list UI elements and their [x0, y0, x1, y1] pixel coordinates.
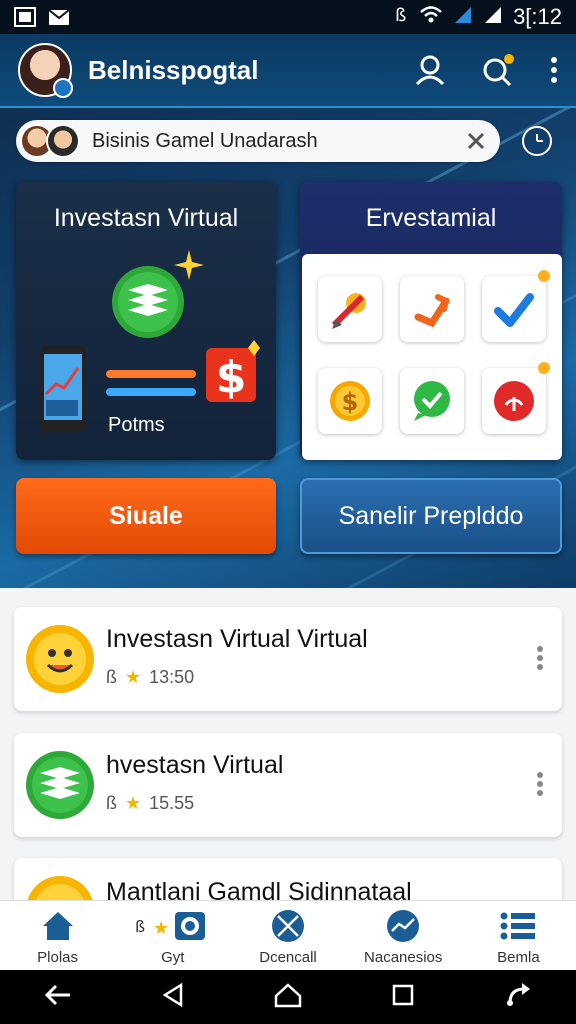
contact-avatars	[20, 124, 80, 158]
nav-label: Plolas	[37, 949, 79, 966]
pencil-tool-icon[interactable]	[318, 276, 382, 342]
more-vert-icon[interactable]	[536, 645, 544, 671]
wifi-icon	[419, 4, 443, 30]
nav-item-settings[interactable]: ß ★ Gyt	[115, 901, 230, 970]
phone-chart-icon	[38, 344, 88, 439]
nav-label: Gyt	[161, 949, 185, 966]
svg-text:$: $	[342, 388, 359, 416]
gallery-notification-icon	[14, 7, 36, 27]
bottom-nav: Plolas ß ★ Gyt Dcencall Nacanesios Bemla	[0, 900, 576, 970]
rotate-icon[interactable]	[504, 981, 532, 1014]
home-nav-icon[interactable]	[274, 982, 302, 1013]
back-arrow-icon[interactable]	[44, 983, 72, 1012]
vibrate-icon: ß	[393, 4, 409, 30]
status-bar: ß 3[:12	[0, 0, 576, 34]
investment-card[interactable]: Investasn Virtual $ Potms	[16, 182, 276, 460]
points-label: Potms	[108, 414, 165, 436]
more-vert-icon[interactable]	[536, 771, 544, 797]
list-item-title: Investasn Virtual Virtual	[106, 625, 368, 653]
more-vert-icon[interactable]	[550, 56, 558, 84]
recents-icon[interactable]	[391, 983, 415, 1012]
nav-item-home[interactable]: Plolas	[0, 901, 115, 970]
app-bar: Belnisspogtal	[0, 34, 576, 108]
chat-check-icon[interactable]	[400, 368, 464, 434]
list-icon	[500, 909, 536, 943]
avatar	[46, 124, 80, 158]
vibrate-icon: ß	[106, 667, 117, 687]
tile-grid: $	[302, 254, 562, 460]
svg-text:ß: ß	[395, 5, 406, 24]
trend-globe-icon	[386, 909, 420, 943]
list-item-title: hvestasn Virtual	[106, 751, 284, 779]
globe-x-icon	[271, 909, 305, 943]
list-item[interactable]: hvestasn Virtual ß ★ 15.55	[14, 733, 562, 837]
avatar-badge-icon	[53, 78, 73, 98]
nav-label: Bemla	[497, 949, 540, 966]
mail-notification-icon	[48, 7, 70, 27]
card-title: Ervestamial	[365, 204, 497, 232]
secondary-button[interactable]: Sanelir Preplddo	[300, 478, 562, 554]
sun-face-icon	[24, 623, 96, 695]
green-stack-icon	[110, 264, 186, 345]
back-triangle-icon[interactable]	[161, 982, 185, 1013]
list-item-time: 13:50	[149, 667, 195, 687]
search-icon[interactable]	[480, 53, 516, 87]
home-icon	[41, 909, 75, 943]
dollar-icon: $	[204, 340, 264, 409]
system-nav-bar	[0, 970, 576, 1024]
vibrate-icon: ß	[106, 793, 117, 813]
search-input[interactable]: Bisinis Gamel Unadarash	[92, 130, 458, 153]
search-bar[interactable]: Bisinis Gamel Unadarash	[16, 120, 500, 162]
list-item-time: 15.55	[149, 793, 195, 813]
svg-text:ß: ß	[135, 917, 145, 936]
list-item-meta: ß ★ 13:50	[106, 667, 194, 688]
user-icon[interactable]	[414, 54, 446, 86]
star-icon: ★	[125, 793, 142, 813]
star-icon: ★	[125, 667, 142, 687]
status-time: 3[:12	[513, 4, 562, 29]
progress-bars	[106, 368, 198, 403]
card-title: Investasn Virtual	[53, 204, 239, 232]
app-title: Belnisspogtal	[88, 54, 259, 85]
nav-label: Nacanesios	[364, 949, 443, 966]
nav-item-bemla[interactable]: Bemla	[461, 901, 576, 970]
dollar-coin-icon[interactable]: $	[318, 368, 382, 434]
ervestamial-card: Ervestamial $	[300, 182, 562, 460]
badge-sun-icon	[536, 360, 552, 381]
primary-button[interactable]: Siuale	[16, 478, 276, 554]
list-item-meta: ß ★ 15.55	[106, 793, 194, 814]
clock-icon[interactable]	[522, 126, 552, 156]
nav-item-dcencall[interactable]: Dcencall	[230, 901, 345, 970]
badge-sun-icon	[536, 268, 552, 289]
svg-text:$: $	[216, 352, 247, 403]
profile-avatar[interactable]	[18, 43, 73, 98]
svg-text:★: ★	[153, 918, 169, 939]
arrow-turn-icon[interactable]	[400, 276, 464, 342]
list-item[interactable]: Investasn Virtual Virtual ß ★ 13:50	[14, 607, 562, 711]
close-icon[interactable]	[458, 123, 494, 159]
signal-icon-2	[483, 4, 503, 30]
nav-item-nacanesios[interactable]: Nacanesios	[346, 901, 461, 970]
nav-label: Dcencall	[259, 949, 317, 966]
signal-icon-1	[453, 4, 473, 30]
green-stack-icon	[24, 749, 96, 821]
gear-icon: ß ★	[133, 909, 213, 943]
